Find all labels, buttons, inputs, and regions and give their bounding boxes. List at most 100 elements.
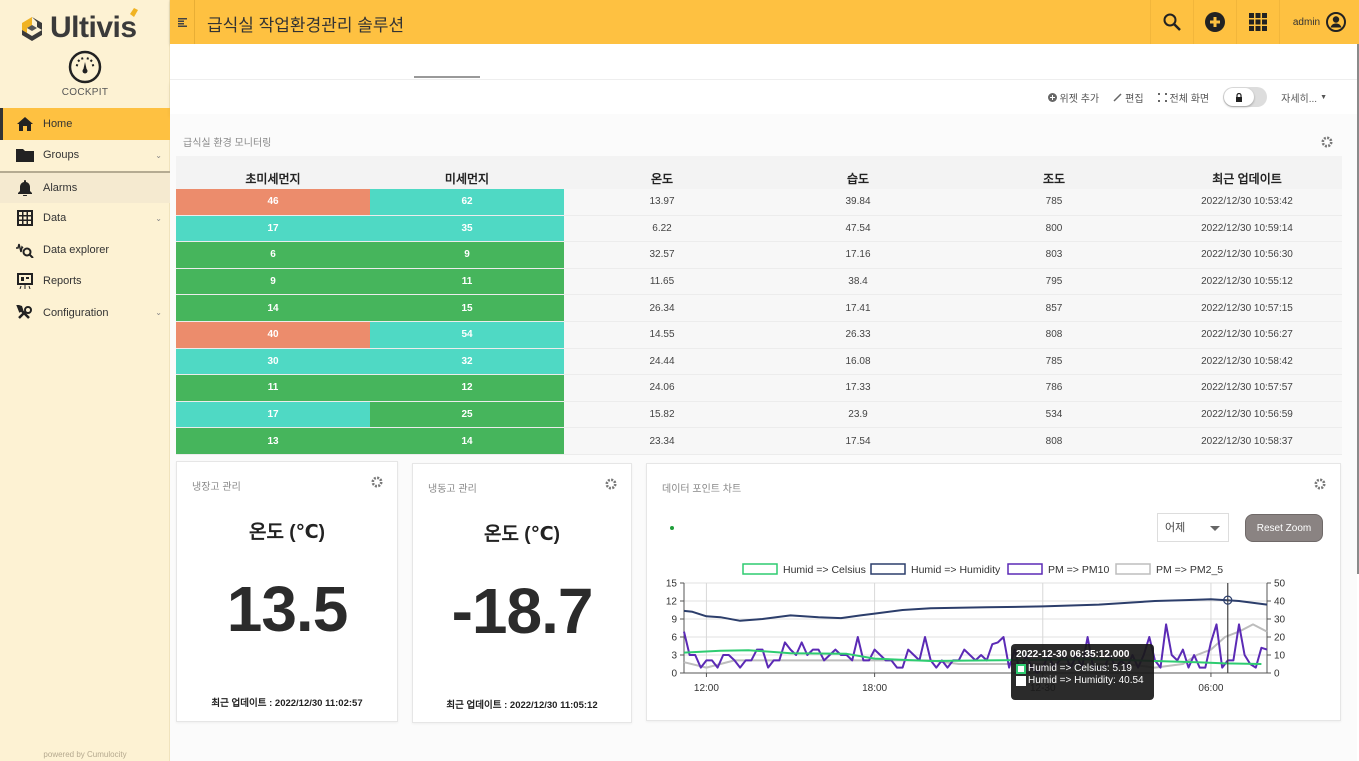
gauge-icon	[68, 50, 102, 84]
temperature-value: -18.7	[451, 575, 594, 647]
active-tab-indicator[interactable]	[414, 76, 480, 78]
gear-icon[interactable]	[1321, 136, 1333, 148]
line-chart[interactable]: 036912150102030405012:0018:0012-3006:00H…	[647, 464, 1342, 722]
table-row[interactable]: 17 25 15.82 23.9 534 2022/12/30 10:56:59	[176, 401, 1342, 429]
updated-cell: 2022/12/30 10:59:14	[1201, 222, 1293, 234]
page-title: 급식실 작업환경관리 솔루션	[207, 16, 405, 35]
edit-button[interactable]: 편집	[1113, 90, 1144, 105]
illuminance-cell: 808	[1045, 435, 1063, 447]
y-tick-label-left: 12	[666, 597, 678, 608]
humidity-cell: 39.84	[845, 196, 871, 208]
illuminance-cell: 808	[1045, 329, 1063, 341]
grid-icon	[15, 210, 35, 227]
legend-label[interactable]: Humid => Humidity	[911, 564, 1001, 576]
humidity-cell: 38.4	[848, 276, 868, 288]
column-header[interactable]: 조도	[956, 170, 1152, 187]
pm10-cell: 54	[370, 321, 564, 348]
sidebar-item-data[interactable]: Data ⌄	[0, 203, 170, 235]
y-tick-label-right: 40	[1274, 597, 1286, 608]
brand-logo[interactable]: Ultivis	[18, 8, 138, 46]
table-row[interactable]: 14 15 26.34 17.41 857 2022/12/30 10:57:15	[176, 295, 1342, 322]
search-button[interactable]	[1150, 0, 1193, 44]
pm25-cell: 13	[176, 428, 370, 454]
humidity-cell: 26.33	[845, 329, 871, 341]
header-actions: admin	[1150, 0, 1359, 44]
y-tick-label-right: 20	[1274, 633, 1286, 644]
tooltip-value: Humid => Humidity: 40.54	[1028, 675, 1144, 686]
sidebar-item-configuration[interactable]: Configuration ⌄	[0, 297, 170, 329]
tooltip-swatch	[1016, 675, 1026, 686]
chevron-down-icon: ⌄	[155, 150, 162, 160]
table-row[interactable]: 9 11 11.65 38.4 795 2022/12/30 10:55:12	[176, 268, 1342, 296]
configuration-icon	[15, 304, 35, 321]
table-row[interactable]: 6 9 32.57 17.16 803 2022/12/30 10:56:30	[176, 242, 1342, 269]
illuminance-cell: 785	[1045, 196, 1063, 208]
sidebar-item-data-explorer[interactable]: Data explorer	[0, 234, 170, 266]
series-line-humid-humidity[interactable]	[683, 598, 1268, 622]
menu-collapse-icon	[177, 17, 187, 27]
tooltip-value: Humid => Celsius: 5.19	[1028, 663, 1132, 674]
table-widget-title: 급식실 환경 모니터링	[183, 138, 272, 149]
app-root: Ultivis COCKPIT Home Groups ⌄ Alarms Dat…	[0, 0, 1359, 761]
column-header[interactable]: 습도	[760, 170, 956, 187]
add-widget-button[interactable]: 위젯 추가	[1047, 90, 1099, 105]
pm25-cell: 40	[176, 321, 370, 348]
user-menu[interactable]: admin	[1279, 0, 1359, 44]
sidebar-item-label: Configuration	[43, 306, 109, 319]
sidebar: Ultivis COCKPIT Home Groups ⌄ Alarms Dat…	[0, 0, 170, 761]
table-row[interactable]: 13 14 23.34 17.54 808 2022/12/30 10:58:37	[176, 428, 1342, 455]
sidebar-item-reports[interactable]: Reports	[0, 266, 170, 298]
column-header[interactable]: 최근 업데이트	[1152, 170, 1342, 187]
lock-toggle-knob	[1224, 88, 1255, 106]
fridge-widget-title: 냉장고 관리	[192, 482, 241, 493]
column-header[interactable]: 미세먼지	[370, 170, 564, 187]
pm10-cell: 15	[370, 295, 564, 321]
cockpit-app-switch[interactable]: COCKPIT	[0, 50, 170, 98]
freezer-widget: 냉동고 관리 온도 (℃) -18.7 최근 업데이트 : 2022/12/30…	[412, 463, 632, 723]
fullscreen-button[interactable]: 전체 화면	[1157, 90, 1209, 105]
table-row[interactable]: 46 62 13.97 39.84 785 2022/12/30 10:53:42	[176, 189, 1342, 216]
sidebar-toggle-button[interactable]	[170, 0, 195, 44]
column-header[interactable]: 온도	[564, 170, 760, 187]
legend-swatch[interactable]	[870, 563, 906, 575]
gear-icon[interactable]	[605, 478, 617, 490]
sidebar-item-home[interactable]: Home	[0, 108, 170, 140]
sidebar-item-alarms[interactable]: Alarms	[0, 171, 170, 203]
x-tick-label: 18:00	[862, 683, 887, 694]
temperature-cell: 11.65	[649, 276, 675, 288]
legend-label[interactable]: PM => PM2_5	[1156, 564, 1223, 576]
legend-swatch[interactable]	[1007, 563, 1043, 575]
legend-label[interactable]: PM => PM10	[1048, 564, 1109, 576]
pencil-icon	[1113, 92, 1122, 102]
table-row[interactable]: 40 54 14.55 26.33 808 2022/12/30 10:56:27	[176, 321, 1342, 349]
y-tick-label-left: 6	[671, 633, 677, 644]
table-row[interactable]: 11 12 24.06 17.33 786 2022/12/30 10:57:57	[176, 375, 1342, 402]
sidebar-item-groups[interactable]: Groups ⌄	[0, 140, 170, 172]
pm25-cell: 14	[176, 295, 370, 321]
temperature-label: 온도 (℃)	[249, 522, 325, 543]
report-icon	[15, 273, 35, 290]
series-line-pm-pm10[interactable]	[683, 623, 1268, 674]
add-button[interactable]	[1193, 0, 1236, 44]
humidity-cell: 47.54	[845, 222, 871, 234]
table-row[interactable]: 17 35 6.22 47.54 800 2022/12/30 10:59:14	[176, 215, 1342, 243]
temperature-value: 13.5	[226, 573, 349, 645]
username: admin	[1292, 16, 1321, 28]
pm25-cell: 46	[176, 189, 370, 215]
datapoint-chart-widget: 데이터 포인트 차트 어제 Reset Zoom 0 3 6 9 12 15 0 10 20 30…	[646, 463, 1341, 721]
table-row[interactable]: 30 32 24.44 16.08 785 2022/12/30 10:58:42	[176, 348, 1342, 376]
column-header[interactable]: 초미세먼지	[176, 170, 370, 187]
legend-label[interactable]: Humid => Celsius	[783, 564, 866, 576]
top-header: 급식실 작업환경관리 솔루션 admin	[170, 0, 1359, 44]
humidity-cell: 16.08	[845, 355, 871, 367]
pm25-cell: 6	[176, 242, 370, 268]
more-dropdown[interactable]: 자세히... ▼	[1281, 90, 1327, 105]
temperature-cell: 24.06	[649, 382, 675, 394]
app-switcher-button[interactable]	[1236, 0, 1279, 44]
legend-swatch[interactable]	[1115, 563, 1151, 575]
pm25-cell: 17	[176, 215, 370, 242]
last-updated: 최근 업데이트 : 2022/12/30 11:05:12	[446, 700, 598, 711]
legend-swatch[interactable]	[742, 563, 778, 575]
gear-icon[interactable]	[371, 476, 383, 488]
lock-dashboard-toggle[interactable]	[1223, 87, 1268, 107]
